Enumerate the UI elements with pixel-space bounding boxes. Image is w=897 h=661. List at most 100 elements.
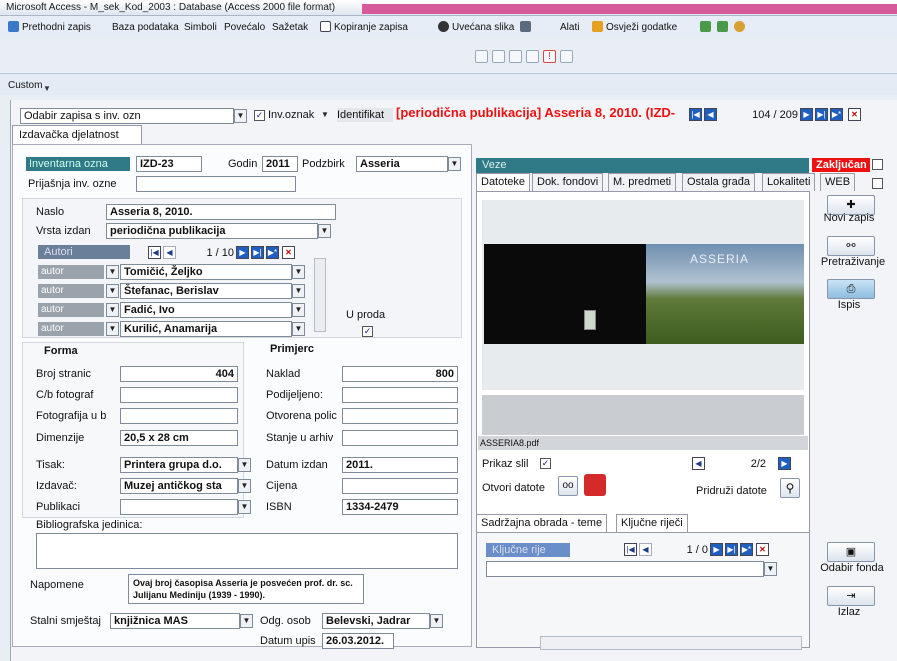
next-record-button[interactable]: ▶ (800, 108, 813, 121)
autor-role-3[interactable]: autor (38, 303, 104, 317)
chevron-down-icon[interactable]: ▼ (106, 303, 119, 317)
naklada-field[interactable]: 800 (342, 366, 458, 382)
chevron-down-icon[interactable]: ▼ (234, 109, 247, 123)
menu-sazetak[interactable]: Sažetak (272, 20, 308, 36)
tab-kljucne-rijeci[interactable]: Ključne riječi (616, 514, 688, 532)
inv-checkbox[interactable]: ✓ (254, 110, 265, 121)
kljucne-rijeci-field[interactable] (486, 561, 764, 577)
datum-izdanja-field[interactable]: 2011. (342, 457, 458, 473)
paste-icon[interactable] (509, 50, 522, 63)
last-record-button[interactable]: ▶| (815, 108, 828, 121)
menu-osvjezi-podatke[interactable]: Osvježi godatke (592, 20, 677, 36)
kljucne-new-button[interactable]: ▶* (740, 543, 753, 556)
chevron-down-icon[interactable]: ▼ (106, 284, 119, 298)
grid-icon-button[interactable] (520, 20, 534, 36)
tab-datoteke[interactable]: Datoteke (476, 173, 531, 191)
godina-field[interactable]: 2011 (262, 156, 298, 172)
web-checkbox[interactable] (872, 178, 883, 189)
autor-name-2[interactable]: Štefanac, Berislav (120, 283, 292, 299)
kljucne-prev-button[interactable]: ◀ (639, 543, 652, 556)
stanje-arhiv-field[interactable] (342, 430, 458, 446)
magnifier-icon[interactable]: ⚲ (780, 478, 800, 498)
first-record-button[interactable]: |◀ (689, 108, 702, 121)
bibliografska-field[interactable] (36, 533, 458, 569)
autor-name-3[interactable]: Fadić, Ivo (120, 302, 292, 318)
print-icon[interactable]: ⎙ (827, 279, 875, 299)
menu-alati[interactable]: Alati (560, 20, 579, 36)
tab-ostala-grada[interactable]: Ostala građa (682, 173, 755, 191)
chevron-down-icon[interactable]: ▼ (764, 562, 777, 576)
podzbirka-field[interactable]: Asseria (356, 156, 448, 172)
naslov-field[interactable]: Asseria 8, 2010. (106, 204, 336, 220)
podijeljeno-field[interactable] (342, 387, 458, 403)
exit-icon[interactable]: ⇥ (827, 586, 875, 606)
chevron-down-icon[interactable]: ▼ (106, 322, 119, 336)
otvorena-polica-field[interactable] (342, 408, 458, 424)
menu-baza-podataka[interactable]: Baza podataka (112, 20, 179, 36)
odg-osoba-field[interactable]: Belevski, Jadrar (322, 613, 430, 629)
datum-upisa-field[interactable]: 26.03.2012. (322, 633, 394, 649)
chevron-down-icon[interactable]: ▼ (43, 84, 51, 93)
alert-icon[interactable]: ! (543, 50, 556, 63)
izlaz-label[interactable]: Izlaz (814, 606, 884, 618)
menu-povecalo[interactable]: Povećalo (224, 20, 265, 36)
autor-role-4[interactable]: autor (38, 322, 104, 336)
chevron-down-icon[interactable]: ▼ (240, 614, 253, 628)
autor-role-2[interactable]: autor (38, 284, 104, 298)
menu-prethodni-zapis[interactable]: Prethodni zapis (8, 20, 91, 36)
vrsta-izdanja-field[interactable]: periodična publikacija (106, 223, 318, 239)
menu-uvecana-slika[interactable]: Uvećana slika (438, 20, 514, 36)
new-record-button[interactable]: ▶* (830, 108, 843, 121)
dimenzije-field[interactable]: 20,5 x 28 cm (120, 430, 238, 446)
chevron-down-icon[interactable]: ▼ (448, 157, 461, 171)
tab-izdavacka-djelatnost[interactable]: Izdavačka djelatnost (12, 125, 142, 145)
chevron-down-icon[interactable]: ▼ (106, 265, 119, 279)
chevron-down-icon[interactable]: ▼ (430, 614, 443, 628)
stalni-smjestaj-field[interactable]: knjižnica MAS (110, 613, 240, 629)
chevron-down-icon[interactable]: ▼ (292, 265, 305, 279)
autor-role-1[interactable]: autor (38, 265, 104, 279)
chevron-down-icon[interactable]: ▼ (292, 284, 305, 298)
record-selector[interactable]: Odabir zapisa s inv. ozn (20, 108, 234, 124)
window-icon[interactable] (560, 50, 573, 63)
copy-icon[interactable] (492, 50, 505, 63)
autori-next-button[interactable]: ▶ (236, 246, 249, 259)
kljucne-first-button[interactable]: |◀ (624, 543, 637, 556)
fond-icon[interactable]: ▣ (827, 542, 875, 562)
chevron-down-icon[interactable]: ▼ (238, 458, 251, 472)
tisak-field[interactable]: Printera grupa d.o. (120, 457, 238, 473)
autor-name-4[interactable]: Kurilić, Anamarija (120, 321, 292, 337)
pretrazivanje-label[interactable]: Pretraživanje (814, 256, 892, 268)
chevron-down-icon[interactable]: ▼ (320, 109, 330, 123)
next-image-button[interactable]: ▶ (778, 457, 791, 470)
broj-stranica-field[interactable]: 404 (120, 366, 238, 382)
tab-lokaliteti[interactable]: Lokaliteti (762, 173, 816, 191)
u-prodaji-checkbox[interactable]: ✓ (362, 326, 373, 337)
chevron-down-icon[interactable]: ▼ (292, 303, 305, 317)
izdavac-field[interactable]: Muzej antičkog sta (120, 478, 238, 494)
tab-dok-fondovi[interactable]: Dok. fondovi (532, 173, 604, 191)
autori-scrollbar[interactable] (314, 258, 326, 332)
chevron-down-icon[interactable]: ▼ (292, 322, 305, 336)
chevron-down-icon[interactable]: ▼ (238, 500, 251, 514)
glasses-icon[interactable]: oo (558, 476, 578, 496)
chevron-down-icon[interactable]: ▼ (238, 479, 251, 493)
tab-sadrzajna-obrada[interactable]: Sadržajna obrada - teme (476, 514, 608, 532)
autori-delete-icon[interactable]: ✕ (282, 246, 295, 259)
toolbar-extra-icons[interactable] (700, 20, 748, 36)
inventarna-field[interactable]: IZD-23 (136, 156, 202, 172)
novi-zapis-label[interactable]: Novi zapis (814, 212, 884, 224)
autori-prev-button[interactable]: ◀ (163, 246, 176, 259)
cijena-field[interactable] (342, 478, 458, 494)
cb-foto-field[interactable] (120, 387, 238, 403)
napomene-field[interactable]: Ovaj broj časopisa Asseria je posvećen p… (128, 574, 364, 604)
remove-file-icon[interactable] (584, 474, 606, 496)
prikaz-slike-checkbox[interactable]: ✓ (540, 458, 551, 469)
kljucne-next-button[interactable]: ▶ (710, 543, 723, 556)
menu-simboli[interactable]: Simboli (184, 20, 217, 36)
autor-name-1[interactable]: Tomičić, Željko (120, 264, 292, 280)
prev-image-button[interactable]: ◀ (692, 457, 705, 470)
tab-m-predmeti[interactable]: M. predmeti (608, 173, 677, 191)
autori-new-button[interactable]: ▶* (266, 246, 279, 259)
autori-first-button[interactable]: |◀ (148, 246, 161, 259)
